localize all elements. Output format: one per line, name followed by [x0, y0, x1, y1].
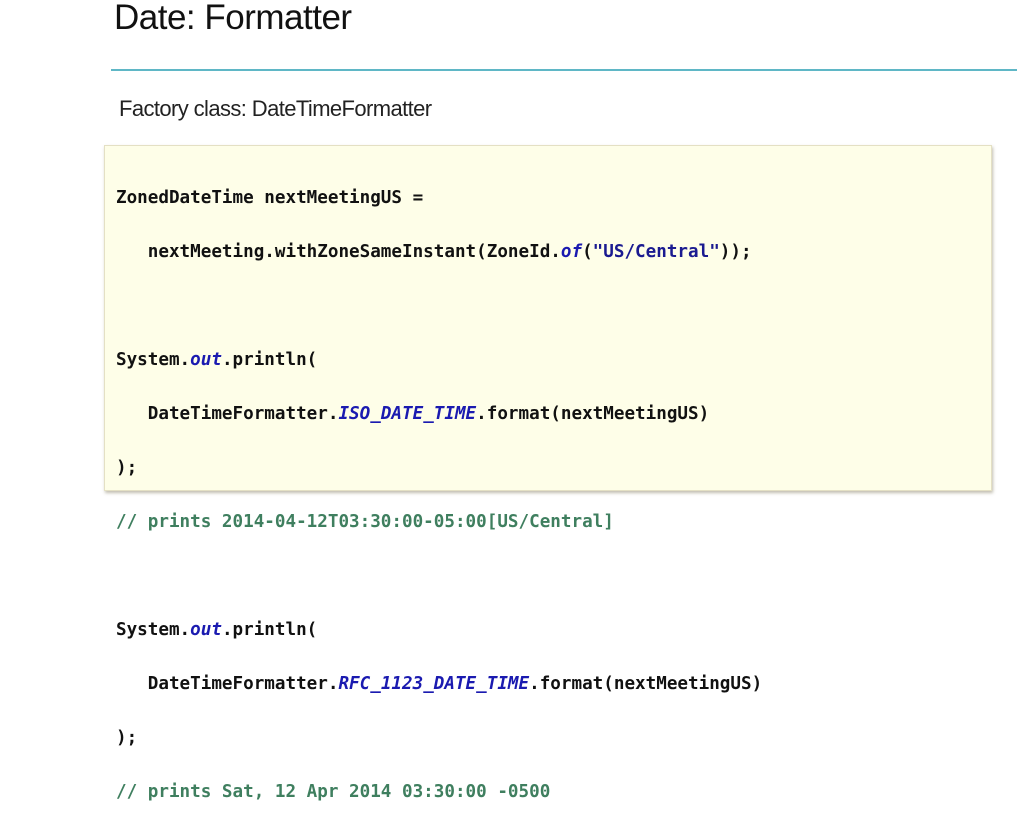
code-text: );: [116, 458, 138, 478]
static-field: RFC_1123_DATE_TIME: [338, 674, 530, 694]
code-listing: ZonedDateTime nextMeetingUS = nextMeetin…: [116, 158, 762, 833]
title-divider: [111, 69, 1017, 71]
code-text: (: [582, 242, 593, 262]
code-text: );: [116, 728, 138, 748]
string-literal: "US/Central": [592, 242, 720, 262]
code-line: System.out.println(: [116, 347, 762, 374]
code-text: System.: [116, 620, 191, 640]
slide-title: Date: Formatter: [114, 0, 352, 37]
code-line: System.out.println(: [116, 617, 762, 644]
code-line: // prints Sat, 12 Apr 2014 03:30:00 -050…: [116, 779, 762, 806]
code-line: DateTimeFormatter.RFC_1123_DATE_TIME.for…: [116, 671, 762, 698]
code-line: // prints 2014-04-12T03:30:00-05:00[US/C…: [116, 509, 762, 536]
code-text: .format(nextMeetingUS): [529, 674, 763, 694]
static-field: ISO_DATE_TIME: [338, 404, 477, 424]
code-text: DateTimeFormatter.: [116, 404, 339, 424]
code-text: DateTimeFormatter.: [116, 674, 339, 694]
code-text: .println(: [221, 350, 318, 370]
code-line: DateTimeFormatter.ISO_DATE_TIME.format(n…: [116, 401, 762, 428]
code-text: ));: [719, 242, 752, 262]
code-comment: // prints 2014-04-12T03:30:00-05:00[US/C…: [116, 512, 614, 532]
static-field: out: [190, 620, 222, 640]
code-line: );: [116, 725, 762, 752]
code-line: nextMeeting.withZoneSameInstant(ZoneId.o…: [116, 239, 762, 266]
code-text: nextMeeting.withZoneSameInstant(ZoneId.: [116, 242, 561, 262]
static-method: of: [560, 242, 583, 262]
code-line: );: [116, 455, 762, 482]
code-text: System.: [116, 350, 191, 370]
code-text: .format(nextMeetingUS): [476, 404, 710, 424]
code-text: .println(: [221, 620, 318, 640]
code-block: ZonedDateTime nextMeetingUS = nextMeetin…: [104, 145, 992, 802]
code-line: ZonedDateTime nextMeetingUS =: [116, 185, 762, 212]
code-comment: // prints Sat, 12 Apr 2014 03:30:00 -050…: [116, 782, 551, 802]
slide-subtitle: Factory class: DateTimeFormatter: [119, 96, 432, 121]
code-text: ZonedDateTime nextMeetingUS =: [116, 188, 424, 208]
static-field: out: [190, 350, 222, 370]
